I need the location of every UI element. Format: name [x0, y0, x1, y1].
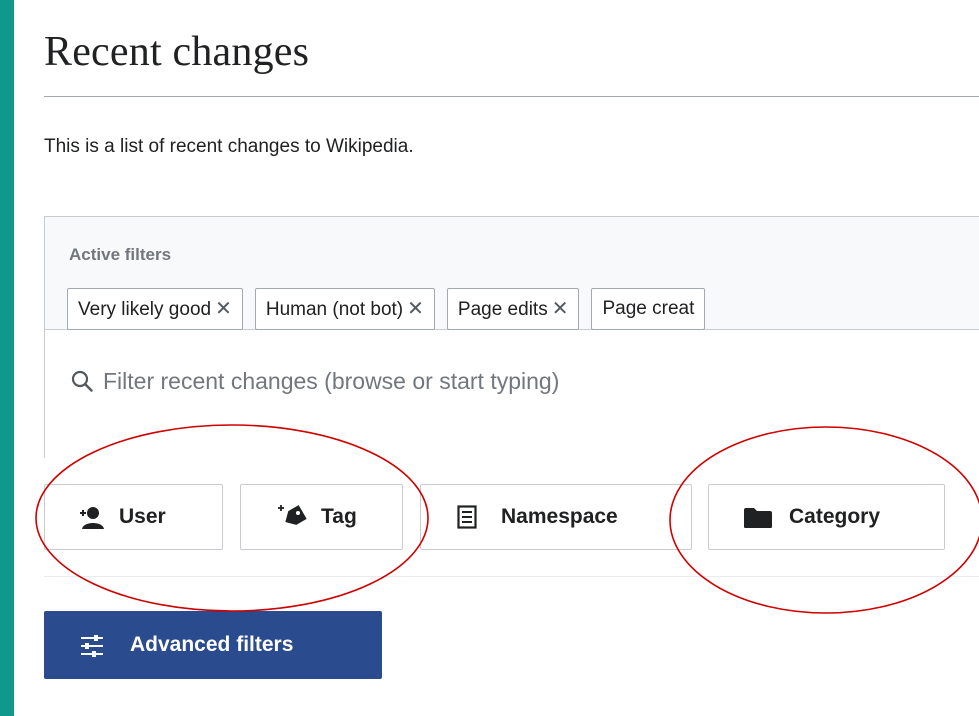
namespace-icon	[457, 505, 477, 529]
filter-chip[interactable]: Human (not bot) ✕	[254, 288, 435, 330]
section-divider	[44, 576, 979, 577]
category-filter-label: Category	[789, 505, 881, 528]
remove-filter-icon[interactable]: ✕	[215, 298, 232, 320]
namespace-filter-button[interactable]: Namespace	[420, 484, 692, 550]
advanced-filters-label: Advanced filters	[130, 633, 294, 656]
filter-chip[interactable]: Page creat	[591, 288, 706, 330]
folder-icon	[744, 508, 772, 528]
recent-changes-page: Recent changes This is a list of recent …	[14, 0, 979, 716]
tag-filter-label: Tag	[321, 505, 357, 528]
filter-chip-label: Page creat	[602, 298, 695, 319]
filter-chip-label: Human (not bot)	[265, 299, 404, 320]
filter-chip[interactable]: Very likely good ✕	[67, 288, 243, 330]
search-icon	[71, 370, 93, 392]
user-filter-button[interactable]: User	[44, 484, 223, 550]
namespace-filter-label: Namespace	[501, 505, 618, 528]
advanced-filters-button[interactable]: Advanced filters	[44, 611, 382, 679]
remove-filter-icon[interactable]: ✕	[552, 298, 569, 320]
filter-chip[interactable]: Page edits ✕	[446, 288, 580, 330]
filter-chip-label: Very likely good	[78, 299, 212, 320]
tag-filter-button[interactable]: Tag	[240, 484, 403, 550]
user-add-icon	[80, 507, 104, 529]
tag-add-icon	[278, 505, 307, 525]
active-filters-label: Active filters	[69, 245, 172, 264]
active-filters-area: Active filters Very likely good ✕ Human (…	[45, 217, 979, 330]
page-title: Recent changes	[44, 29, 310, 75]
active-filter-chips: Very likely good ✕ Human (not bot) ✕ Page …	[67, 288, 717, 330]
title-divider	[44, 96, 979, 97]
filter-search-area	[45, 330, 979, 458]
remove-filter-icon[interactable]: ✕	[407, 298, 424, 320]
filter-chip-label: Page edits	[457, 299, 548, 320]
filter-panel: Active filters Very likely good ✕ Human (…	[44, 216, 979, 458]
sliders-icon	[81, 635, 103, 657]
category-filter-button[interactable]: Category	[708, 484, 945, 550]
page-intro: This is a list of recent changes to Wiki…	[44, 136, 414, 157]
filter-search-input[interactable]	[101, 362, 905, 400]
user-filter-label: User	[119, 505, 166, 528]
